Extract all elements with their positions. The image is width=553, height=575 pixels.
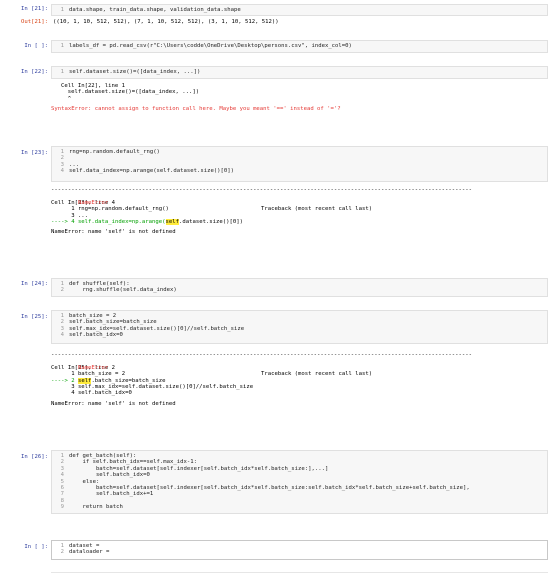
traceback-code-rest: .dataset.size()[0]) — [179, 218, 243, 225]
code-line: dataloader = — [69, 549, 113, 556]
code-line: self.dataset.size()=([data_index, ...]) — [69, 69, 201, 75]
code-editor[interactable]: 1 labels_df = pd.read_csv(r"C:\Users\codd… — [51, 40, 548, 53]
error-type: NameError — [77, 199, 109, 206]
code-line: return batch — [69, 504, 123, 511]
traceback-code-rest: .batch_size=batch_size — [91, 377, 166, 384]
code-line: self.batch_idx=0 — [69, 332, 123, 339]
code-editor[interactable]: 1 batch_size = 2 2 self.batch_size=batch_s… — [51, 310, 548, 344]
output-prompt: Out[21]: — [21, 19, 48, 25]
error-message: SyntaxError: cannot assign to function c… — [51, 106, 548, 112]
line-number: 1 — [60, 7, 64, 13]
line-number: 4 — [60, 332, 64, 339]
code-editor[interactable]: 1 self.dataset.size()=([data_index, ...]) — [51, 66, 548, 79]
code-editor[interactable]: 1 def get_batch(self): 2 if self.batch_id… — [51, 450, 548, 514]
code-line: self.data_index=np.arange(self.dataset.s… — [69, 168, 235, 175]
traceback-title: Traceback (most recent call last) — [261, 371, 373, 378]
output-text: ((10, 1, 10, 512, 512), (7, 1, 10, 512, … — [53, 19, 279, 25]
code-editor[interactable]: 1 def shuffle(self): 2 rng.shuffle(self.d… — [51, 278, 548, 297]
error-type: NameError — [77, 364, 109, 371]
error-text: SyntaxError: cannot assign to function c… — [51, 106, 341, 113]
highlighted-token: self — [165, 218, 179, 225]
code-editor[interactable]: 1 rng=np.random.default_rng() 2 3... 4 sel… — [51, 146, 548, 182]
error-message: NameError: name 'self' is not defined — [51, 400, 176, 407]
highlighted-token: self — [77, 377, 92, 384]
input-prompt: In [24]: — [21, 281, 48, 287]
input-prompt: In [ ]: — [24, 544, 48, 550]
input-prompt: In [22]: — [21, 69, 48, 75]
line-number: 1 — [60, 43, 64, 49]
traceback-header: NameError Traceback (most recent call la… — [51, 193, 548, 212]
input-prompt: In [23]: — [21, 150, 48, 156]
input-prompt: In [ ]: — [24, 43, 48, 49]
traceback-title: Traceback (most recent call last) — [261, 206, 373, 213]
code-line: rng.shuffle(self.data_index) — [69, 287, 177, 294]
error-message: NameError: name 'self' is not defined — [51, 229, 176, 236]
code-line: data.shape, train_data.shape, validation… — [69, 7, 241, 13]
code-editor-active[interactable]: 1 dataset = 2 dataloader = — [51, 540, 548, 560]
input-prompt: In [21]: — [21, 6, 48, 12]
line-number: 1 — [60, 69, 64, 75]
code-editor[interactable]: 1 data.shape, train_data.shape, validatio… — [51, 4, 548, 16]
error-output: Cell In[22], line 1 self.dataset.size()=… — [51, 83, 548, 113]
code-line: labels_df = pd.read_csv(r"C:\Users\codde… — [69, 43, 352, 49]
line-number: 2 — [60, 549, 64, 556]
line-number: 2 — [60, 287, 64, 294]
traceback-arrow-code: ----> 4 self.data_index=np.arange( — [51, 218, 166, 225]
line-number: 4 — [60, 168, 64, 175]
error-output: ----------------------------------------… — [51, 352, 548, 407]
traceback-header: NameError Traceback (most recent call la… — [51, 358, 548, 377]
next-cell-edge — [51, 572, 548, 573]
input-prompt: In [25]: — [21, 314, 48, 320]
notebook: In [21]: 1 data.shape, train_data.shape, … — [0, 0, 553, 575]
error-output: ----------------------------------------… — [51, 187, 548, 236]
line-number: 9 — [60, 504, 64, 511]
input-prompt: In [26]: — [21, 454, 48, 460]
